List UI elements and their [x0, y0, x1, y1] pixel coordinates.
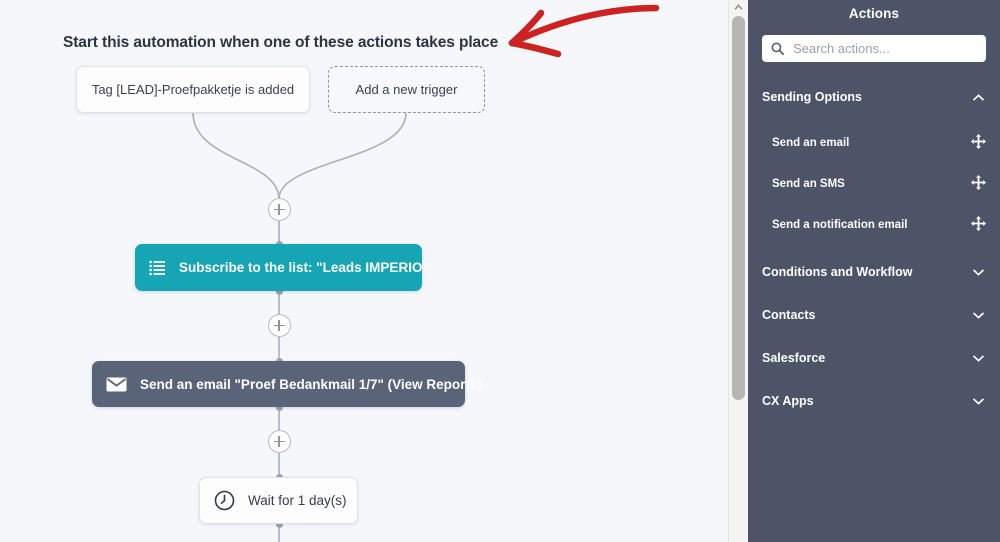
add-step-button-1[interactable] [267, 198, 291, 221]
sidebar-section-conditions-and-workflow[interactable]: Conditions and Workflow [748, 261, 1000, 283]
sidebar-item-send-an-email[interactable]: Send an email [748, 133, 1000, 153]
step-node-wait[interactable]: Wait for 1 day(s) [199, 477, 358, 524]
search-actions-field[interactable] [762, 35, 986, 62]
sidebar-section-contacts[interactable]: Contacts [748, 304, 1000, 326]
chevron-down-icon[interactable] [973, 355, 984, 362]
item-label: Send an SMS [772, 178, 845, 190]
sidebar-section-sending-options[interactable]: Sending Options [748, 86, 1000, 108]
step-node-send-an-email[interactable]: Send an email "Proef Bedankmail 1/7" (Vi… [92, 361, 482, 407]
page-scrollbar[interactable] [728, 0, 748, 542]
add-trigger-label: Add a new trigger [355, 82, 458, 97]
section-label: Salesforce [762, 351, 826, 365]
chevron-down-icon[interactable] [973, 269, 984, 276]
add-new-trigger-button[interactable]: Add a new trigger [328, 66, 485, 113]
step-node-subscribe-to-list[interactable]: Subscribe to the list: "Leads IMPERIO" [135, 244, 429, 291]
scrollbar-up-arrow-icon[interactable] [729, 0, 748, 14]
section-label: CX Apps [762, 394, 814, 408]
add-step-button-3[interactable] [267, 430, 291, 453]
search-input[interactable] [791, 40, 977, 57]
section-label: Contacts [762, 308, 816, 322]
move-icon[interactable] [971, 216, 986, 234]
sidebar-item-send-a-notification-email[interactable]: Send a notification email [748, 215, 1000, 235]
item-label: Send a notification email [772, 219, 908, 231]
chevron-down-icon[interactable] [973, 398, 984, 405]
clock-icon [214, 490, 235, 511]
list-icon [149, 260, 166, 276]
section-label: Sending Options [762, 90, 862, 104]
move-icon[interactable] [971, 134, 986, 152]
section-label: Conditions and Workflow [762, 265, 913, 279]
automation-canvas[interactable]: Start this automation when one of these … [0, 0, 728, 542]
red-arrow-annotation [508, 4, 660, 58]
scrollbar-thumb[interactable] [732, 16, 745, 400]
search-icon [771, 42, 784, 55]
add-step-button-2[interactable] [267, 314, 291, 337]
step-label: Wait for 1 day(s) [248, 493, 347, 508]
envelope-icon [106, 377, 127, 392]
trigger-label: Tag [LEAD]-Proefpakketje is added [91, 82, 295, 97]
page-title: Start this automation when one of these … [63, 34, 499, 51]
sidebar-title: Actions [848, 6, 900, 21]
automation-builder: Start this automation when one of these … [0, 0, 1000, 542]
sidebar-section-salesforce[interactable]: Salesforce [748, 347, 1000, 369]
chevron-up-icon[interactable] [973, 93, 984, 101]
step-label: Subscribe to the list: "Leads IMPERIO" [179, 260, 429, 275]
sidebar-section-cx-apps[interactable]: CX Apps [748, 390, 1000, 412]
chevron-down-icon[interactable] [973, 312, 984, 319]
move-icon[interactable] [971, 175, 986, 193]
actions-sidebar: Actions Sending Options Send an email [748, 0, 1000, 542]
item-label: Send an email [772, 137, 850, 149]
step-label: Send an email "Proef Bedankmail 1/7" (Vi… [140, 376, 482, 392]
trigger-node-tag-added[interactable]: Tag [LEAD]-Proefpakketje is added [76, 66, 310, 113]
sidebar-item-send-an-sms[interactable]: Send an SMS [748, 174, 1000, 194]
